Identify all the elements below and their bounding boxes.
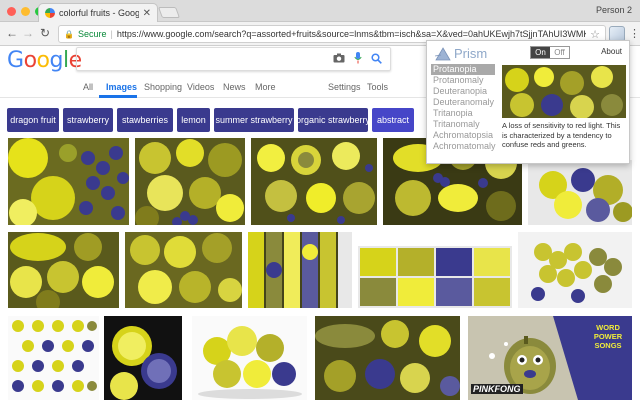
google-logo[interactable]: Google — [7, 48, 82, 73]
prism-logo-icon — [435, 47, 451, 61]
tab-more[interactable]: More — [255, 82, 276, 92]
camera-icon[interactable] — [333, 53, 345, 66]
url-text[interactable]: https://www.google.com/search?q=assorted… — [117, 29, 586, 39]
mode-description: A loss of sensitivity to red light. This… — [502, 121, 621, 149]
tab-close-icon[interactable]: ✕ — [143, 8, 151, 19]
image-result-fruit-pile[interactable] — [135, 138, 245, 225]
prism-on-off-toggle[interactable]: On Off — [530, 46, 570, 59]
tab-title: colorful fruits - Google Search — [59, 8, 139, 18]
image-result-citrus[interactable] — [104, 316, 182, 400]
reload-icon[interactable]: ↻ — [37, 26, 53, 40]
mode-protanomaly[interactable]: Protanomaly — [431, 75, 495, 86]
browser-tab-strip: colorful fruits - Google Search ✕ Person… — [0, 0, 640, 22]
about-link[interactable]: About — [601, 47, 622, 56]
url-separator: | — [110, 29, 113, 39]
logo-letter: g — [49, 48, 64, 73]
prism-name: Prism — [454, 46, 488, 61]
mode-achromatopsia[interactable]: Achromatopsia — [431, 130, 495, 141]
tab-all[interactable]: All — [83, 82, 93, 92]
chip-lemon[interactable]: lemon — [177, 108, 210, 132]
mode-achromatomaly[interactable]: Achromatomaly — [431, 141, 496, 152]
image-result-fruit-icons[interactable] — [8, 316, 99, 400]
toggle-off[interactable]: Off — [550, 47, 569, 58]
browser-tab[interactable]: colorful fruits - Google Search ✕ — [38, 3, 158, 22]
tab-news[interactable]: News — [223, 82, 246, 92]
image-result-vegetables[interactable] — [315, 316, 460, 400]
image-result-lemons-blueberries[interactable] — [8, 138, 129, 225]
poster-brand: PINKFONG — [471, 384, 523, 394]
image-result-fruit-grid[interactable] — [358, 246, 512, 308]
chip-summer-strawberry[interactable]: summer strawberry — [214, 108, 294, 132]
tab-tools[interactable]: Tools — [367, 82, 388, 92]
tab-shopping[interactable]: Shopping — [144, 82, 182, 92]
close-window-button[interactable] — [7, 7, 16, 16]
prism-preview-image — [502, 65, 626, 118]
image-result-green-apples[interactable] — [125, 232, 242, 308]
image-result-apples-melons[interactable] — [8, 232, 119, 308]
logo-letter: o — [36, 48, 50, 73]
mode-protanopia[interactable]: Protanopia — [431, 64, 495, 75]
logo-letter: o — [23, 48, 37, 73]
image-result-pinkfong-poster[interactable]: WORD POWER SONGS PINKFONG — [468, 316, 632, 400]
chip-dragon-fruit[interactable]: dragon fruit — [7, 108, 59, 132]
toggle-on[interactable]: On — [531, 47, 550, 58]
mode-deuteranomaly[interactable]: Deuteranomaly — [431, 97, 495, 108]
new-tab-button[interactable] — [157, 7, 181, 18]
chip-organic-strawberry[interactable]: organic strawberry — [296, 108, 370, 132]
mode-tritanomaly[interactable]: Tritanomaly — [431, 119, 495, 130]
microphone-icon[interactable] — [354, 51, 362, 67]
prism-popup: Prism On Off About Protanopia Protanomal… — [426, 40, 630, 164]
color-mode-list: Protanopia Protanomaly Deuteranopia Deut… — [431, 64, 496, 152]
tab-images[interactable]: Images — [106, 82, 137, 92]
bookmark-star-icon[interactable]: ☆ — [590, 28, 600, 41]
chip-stawberries[interactable]: stawberries — [117, 108, 173, 132]
image-result-fruit-basket[interactable] — [192, 316, 307, 400]
mode-deuteranopia[interactable]: Deuteranopia — [431, 86, 495, 97]
image-result-fruit-bowl[interactable] — [528, 160, 632, 225]
active-tab-indicator — [99, 95, 137, 98]
search-input[interactable] — [76, 47, 391, 71]
back-icon[interactable]: ← — [4, 26, 20, 40]
tab-videos[interactable]: Videos — [187, 82, 214, 92]
chip-abstract[interactable]: abstract — [372, 108, 414, 132]
image-result-cut-fruits[interactable] — [251, 138, 377, 225]
google-favicon-icon — [45, 8, 55, 18]
secure-label: Secure — [77, 29, 107, 39]
profile-name[interactable]: Person 2 — [596, 5, 632, 15]
image-result-grapes[interactable] — [518, 232, 632, 308]
forward-icon[interactable]: → — [20, 26, 36, 40]
search-icon[interactable] — [371, 52, 382, 66]
browser-menu-icon[interactable]: ⋮ — [629, 27, 640, 40]
mode-tritanopia[interactable]: Tritanopia — [431, 108, 495, 119]
poster-title: WORD POWER SONGS — [593, 323, 623, 350]
logo-letter: G — [7, 48, 24, 73]
chip-strawberry[interactable]: strawberry — [63, 108, 113, 132]
tab-settings[interactable]: Settings — [328, 82, 361, 92]
image-result-fruit-strips[interactable] — [248, 232, 352, 308]
minimize-window-button[interactable] — [21, 7, 30, 16]
lock-icon: 🔒 — [64, 29, 74, 39]
